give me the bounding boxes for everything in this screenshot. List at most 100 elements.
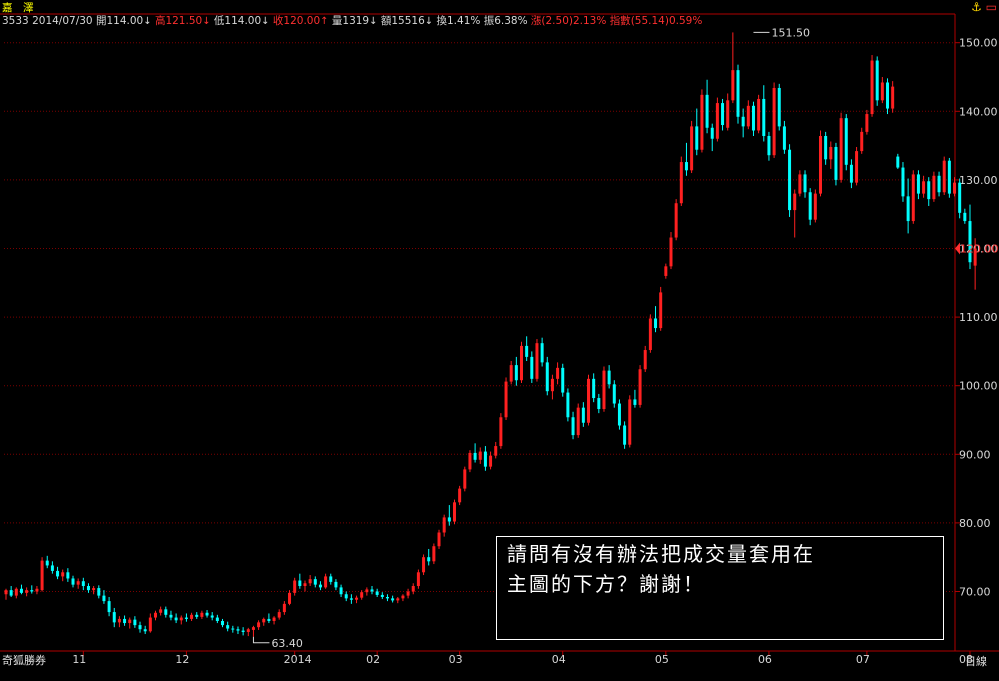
candle-body bbox=[344, 594, 348, 599]
candle-body bbox=[19, 588, 23, 593]
candle-body bbox=[40, 560, 44, 591]
amount-label: 額 bbox=[380, 15, 392, 27]
candle-body bbox=[9, 590, 13, 596]
candle-body bbox=[272, 617, 276, 621]
candle-body bbox=[246, 629, 250, 632]
candle-body bbox=[540, 343, 544, 363]
candle-body bbox=[210, 615, 214, 618]
candle-body bbox=[339, 587, 343, 595]
candle-body bbox=[86, 586, 90, 591]
candle-body bbox=[824, 135, 828, 160]
candle-body bbox=[499, 417, 503, 447]
candle-body bbox=[628, 399, 632, 445]
y-tick-label: 90.00 bbox=[959, 448, 991, 461]
anchor-icon[interactable]: ⚓ bbox=[971, 0, 982, 14]
x-tick-label: 2014 bbox=[284, 653, 312, 666]
candle-body bbox=[690, 126, 694, 171]
candle-body bbox=[762, 98, 766, 136]
candle-body bbox=[942, 160, 946, 193]
candle-body bbox=[226, 625, 230, 629]
candle-body bbox=[76, 581, 80, 585]
candle-body bbox=[906, 196, 910, 222]
candle-body bbox=[643, 350, 647, 370]
candle-body bbox=[318, 584, 322, 588]
candle-body bbox=[324, 576, 328, 588]
candle-body bbox=[329, 576, 333, 582]
candle-body bbox=[813, 193, 817, 220]
amplitude-value: 6.38% bbox=[494, 15, 528, 27]
candle-body bbox=[56, 570, 60, 577]
window-icon[interactable]: ▭ bbox=[986, 0, 997, 14]
candle-body bbox=[427, 557, 431, 562]
turnover-label: 換 bbox=[436, 15, 448, 27]
candle-body bbox=[293, 580, 297, 593]
y-tick-label: 150.00 bbox=[959, 37, 998, 50]
candle-body bbox=[953, 182, 957, 194]
candle-body bbox=[726, 100, 730, 128]
amplitude-label: 振 bbox=[483, 15, 495, 27]
candle-body bbox=[4, 590, 8, 595]
candle-body bbox=[236, 629, 240, 631]
candle-body bbox=[839, 118, 843, 180]
candle-body bbox=[550, 378, 554, 392]
candle-body bbox=[772, 87, 776, 156]
candle-body bbox=[195, 614, 199, 617]
period-label[interactable]: 日線 bbox=[965, 653, 987, 669]
current-price-label: 120.00 bbox=[960, 243, 999, 256]
candle-body bbox=[30, 590, 34, 592]
candle-body bbox=[478, 451, 482, 460]
candle-body bbox=[710, 127, 714, 139]
candle-body bbox=[612, 384, 616, 404]
candle-body bbox=[597, 398, 601, 410]
candle-body bbox=[937, 175, 941, 193]
candle-body bbox=[71, 578, 75, 585]
candle-body bbox=[437, 532, 441, 547]
candle-body bbox=[35, 588, 39, 592]
low-annotation: 63.40 bbox=[271, 637, 303, 650]
candle-body bbox=[633, 399, 637, 405]
candle-body bbox=[349, 598, 353, 600]
candle-body bbox=[66, 572, 70, 579]
question-note: 請問有沒有辦法把成交量套用在 主圖的下方？謝謝！ bbox=[496, 536, 944, 640]
candle-body bbox=[561, 367, 565, 393]
candle-body bbox=[659, 292, 663, 329]
candle-body bbox=[798, 174, 802, 194]
candle-body bbox=[803, 174, 807, 193]
arrow-down-icon: ↓ bbox=[202, 16, 211, 27]
candle-body bbox=[927, 181, 931, 200]
candle-body bbox=[808, 192, 812, 220]
candle-body bbox=[715, 103, 719, 139]
candle-body bbox=[886, 82, 890, 109]
candle-body bbox=[664, 266, 668, 276]
volume-label: 量 bbox=[331, 15, 343, 27]
y-tick-label: 140.00 bbox=[959, 105, 998, 118]
candle-body bbox=[684, 162, 688, 171]
candle-body bbox=[911, 174, 915, 222]
y-tick-label: 100.00 bbox=[959, 380, 998, 393]
candle-body bbox=[406, 591, 410, 596]
candle-body bbox=[648, 318, 652, 351]
candle-body bbox=[674, 203, 678, 238]
candle-body bbox=[777, 87, 781, 127]
candle-body bbox=[721, 103, 725, 126]
candle-body bbox=[205, 612, 209, 616]
candle-body bbox=[45, 560, 49, 566]
annotation-leader bbox=[252, 636, 270, 644]
change-value: (2.50)2.13% bbox=[541, 15, 607, 27]
candle-body bbox=[695, 126, 699, 150]
turnover-value: 1.41% bbox=[447, 15, 481, 27]
candle-body bbox=[525, 345, 529, 357]
candle-body bbox=[705, 94, 709, 128]
y-tick-label: 130.00 bbox=[959, 174, 998, 187]
candle-body bbox=[880, 82, 884, 101]
candle-body bbox=[855, 151, 859, 183]
candle-body bbox=[571, 417, 575, 436]
candle-body bbox=[592, 378, 596, 399]
candle-body bbox=[97, 588, 101, 596]
candle-body bbox=[535, 343, 539, 379]
candle-body bbox=[169, 614, 173, 618]
candle-body bbox=[638, 369, 642, 405]
candle-body bbox=[452, 502, 456, 522]
candle-body bbox=[844, 118, 848, 165]
candle-body bbox=[922, 181, 926, 194]
